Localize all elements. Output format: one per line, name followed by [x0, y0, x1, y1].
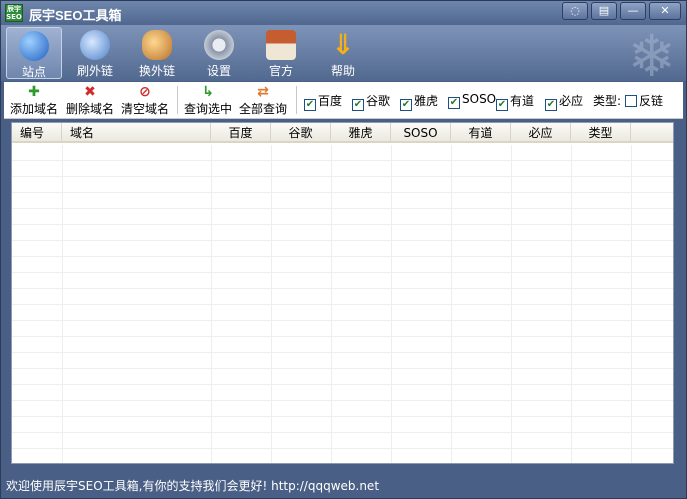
checkbox-check-icon: ✔	[545, 99, 557, 111]
separator	[177, 86, 178, 114]
col-google-header[interactable]: 谷歌	[271, 123, 331, 143]
separator	[296, 86, 297, 114]
tab-backlink-brush-label: 刷外链	[76, 64, 113, 78]
engine-bing-label: 必应	[559, 94, 584, 108]
satellite-icon	[80, 30, 110, 60]
column-divider	[211, 145, 212, 463]
engine-soso-checkbox[interactable]: ✔ SOSO	[448, 92, 496, 109]
backlink-label: 反链	[639, 94, 664, 108]
status-bar: 欢迎使用辰宇SEO工具箱,有你的支持我们会更好! http://qqqweb.n…	[1, 473, 686, 498]
snowflake-decoration-icon: ❄	[627, 22, 676, 90]
tab-help-label: 帮助	[330, 64, 355, 78]
engine-youdao-label: 有道	[510, 94, 535, 108]
col-yahoo-header[interactable]: 雅虎	[331, 123, 391, 143]
minimize-button[interactable]: —	[620, 2, 646, 20]
house-icon	[266, 30, 296, 60]
globe-icon	[19, 31, 49, 61]
col-bing-header[interactable]: 必应	[511, 123, 571, 143]
col-id-header[interactable]: 编号	[12, 123, 62, 143]
engine-baidu-checkbox[interactable]: ✔ 百度	[304, 92, 342, 111]
col-youdao-header[interactable]: 有道	[451, 123, 511, 143]
engine-youdao-checkbox[interactable]: ✔ 有道	[496, 92, 534, 111]
clear-domains-button[interactable]: ⊘ 清空域名	[121, 85, 169, 117]
column-divider	[62, 145, 63, 463]
delete-x-icon: ✖	[84, 84, 96, 100]
checkbox-check-icon: ✔	[400, 99, 412, 111]
column-divider	[571, 145, 572, 463]
table-body[interactable]	[12, 145, 673, 463]
clear-icon: ⊘	[139, 84, 151, 100]
col-filler-header	[631, 123, 673, 143]
query-selected-label: 查询选中	[184, 102, 233, 116]
arrow-right-icon: ↳	[202, 84, 214, 100]
delete-domain-button[interactable]: ✖ 删除域名	[66, 85, 114, 117]
plus-icon: ✚	[28, 84, 40, 100]
users-icon	[142, 30, 172, 60]
col-type-header[interactable]: 类型	[571, 123, 631, 143]
domain-table[interactable]: 编号 域名 百度 谷歌 雅虎 SOSO 有道 必应 类型	[11, 122, 674, 464]
checkbox-check-icon: ✔	[496, 99, 508, 111]
skin-button[interactable]: ◌	[562, 2, 588, 20]
add-domain-label: 添加域名	[10, 102, 59, 116]
close-button[interactable]: ✕	[649, 2, 681, 20]
delete-domain-label: 删除域名	[66, 102, 115, 116]
col-domain-header[interactable]: 域名	[62, 123, 211, 143]
clear-domains-label: 清空域名	[121, 102, 170, 116]
checkbox-check-icon: ✔	[448, 97, 460, 109]
query-selected-button[interactable]: ↳ 查询选中	[184, 85, 232, 117]
column-divider	[631, 145, 632, 463]
tab-help[interactable]: ⇓ 帮助	[317, 27, 369, 79]
column-divider	[331, 145, 332, 463]
engine-yahoo-label: 雅虎	[414, 94, 439, 108]
type-label: 类型:	[593, 94, 622, 108]
main-toolbar: ❄ 站点 刷外链 换外链 设置 官方 ⇓ 帮助	[1, 25, 686, 85]
menu-button[interactable]: ▤	[591, 2, 617, 20]
app-logo-icon: 辰宇 SEO	[5, 4, 23, 22]
engine-yahoo-checkbox[interactable]: ✔ 雅虎	[400, 92, 438, 111]
main-window: 辰宇 SEO 辰宇SEO工具箱 ◌ ▤ — ✕ ❄ 站点 刷外链 换外链 设置 官…	[0, 0, 687, 499]
engine-google-label: 谷歌	[366, 94, 391, 108]
tab-official[interactable]: 官方	[255, 27, 307, 79]
window-title: 辰宇SEO工具箱	[29, 8, 122, 23]
checkbox-check-icon: ✔	[304, 99, 316, 111]
gear-icon	[204, 30, 234, 60]
query-all-label: 全部查询	[239, 102, 288, 116]
engine-baidu-label: 百度	[318, 94, 343, 108]
tab-exchange-links[interactable]: 换外链	[131, 27, 183, 79]
col-baidu-header[interactable]: 百度	[211, 123, 271, 143]
engine-bing-checkbox[interactable]: ✔ 必应	[545, 92, 583, 111]
help-arrow-icon: ⇓	[331, 28, 355, 61]
column-divider	[271, 145, 272, 463]
tab-site-label: 站点	[21, 65, 46, 79]
table-header: 编号 域名 百度 谷歌 雅虎 SOSO 有道 必应 类型	[12, 123, 673, 143]
checkbox-check-icon: ✔	[352, 99, 364, 111]
column-divider	[451, 145, 452, 463]
backlink-checkbox[interactable]: 反链	[625, 92, 663, 109]
tab-settings-label: 设置	[206, 64, 231, 78]
column-divider	[391, 145, 392, 463]
col-soso-header[interactable]: SOSO	[391, 123, 451, 143]
checkbox-empty-icon	[625, 95, 637, 107]
engine-google-checkbox[interactable]: ✔ 谷歌	[352, 92, 390, 111]
add-domain-button[interactable]: ✚ 添加域名	[10, 85, 58, 117]
tab-site[interactable]: 站点	[6, 27, 62, 79]
column-divider	[511, 145, 512, 463]
engine-soso-label: SOSO	[462, 92, 497, 106]
tab-official-label: 官方	[268, 64, 293, 78]
action-bar: ✚ 添加域名 ✖ 删除域名 ⊘ 清空域名 ↳ 查询选中 ⇄ 全部查询 ✔ 百度 ✔…	[4, 82, 683, 119]
tab-exchange-links-label: 换外链	[138, 64, 175, 78]
refresh-icon: ⇄	[257, 84, 269, 100]
title-bar[interactable]: 辰宇 SEO 辰宇SEO工具箱 ◌ ▤ — ✕	[1, 1, 686, 25]
tab-settings[interactable]: 设置	[193, 27, 245, 79]
query-all-button[interactable]: ⇄ 全部查询	[239, 85, 287, 117]
tab-backlink-brush[interactable]: 刷外链	[69, 27, 121, 79]
